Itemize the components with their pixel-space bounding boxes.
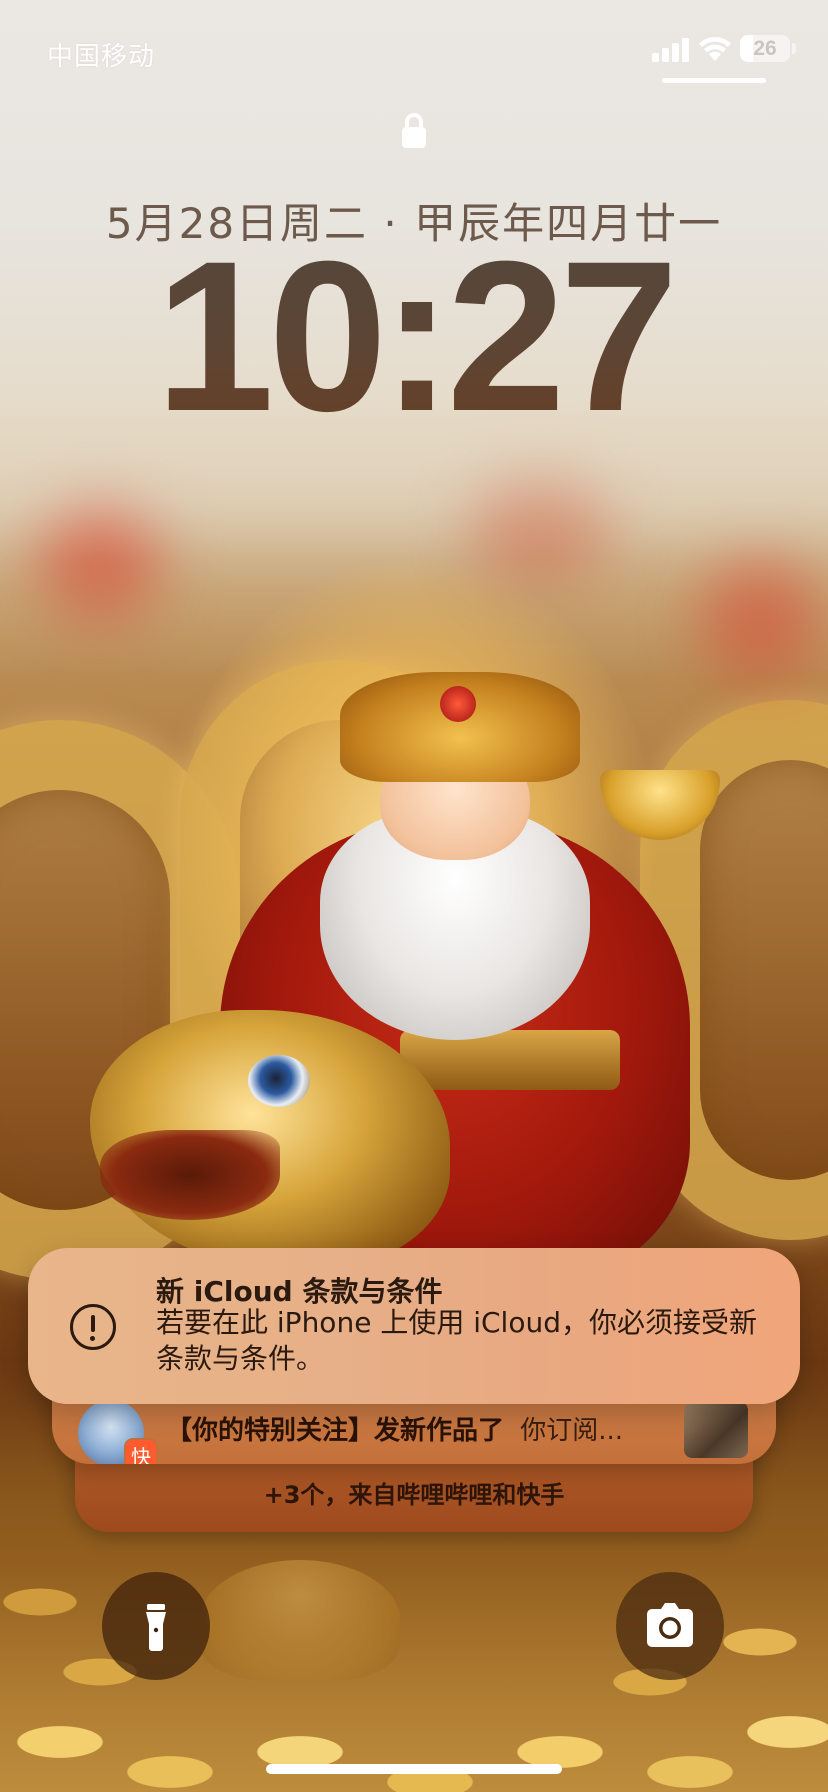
camera-icon xyxy=(647,1603,693,1647)
home-indicator[interactable] xyxy=(266,1764,562,1774)
notification-body: 若要在此 iPhone 上使用 iCloud，你必须接受新条款与条件。 xyxy=(156,1306,757,1375)
status-bar: 中国移动 26 xyxy=(0,0,828,100)
lock-screen-time: 10:27 xyxy=(0,222,828,452)
camera-button[interactable] xyxy=(616,1572,724,1680)
notification-title: 新 iCloud 条款与条件 xyxy=(156,1275,443,1308)
battery-tip xyxy=(792,43,796,54)
notification-title: 【你的特别关注】发新作品了 xyxy=(166,1416,505,1446)
exclamation-circle-icon xyxy=(70,1304,116,1350)
notification-thumbnail xyxy=(684,1402,748,1458)
battery-level-fill xyxy=(740,35,753,62)
flashlight-icon xyxy=(146,1604,166,1651)
wallpaper-decor xyxy=(700,560,820,680)
notification-stack-summary[interactable]: +3个，来自哔哩哔哩和快手 xyxy=(75,1475,753,1510)
battery-percent: 26 xyxy=(753,37,777,60)
wallpaper-dragon-eye xyxy=(248,1055,310,1107)
cellular-signal-icon xyxy=(652,38,690,62)
lock-icon xyxy=(402,113,426,148)
wallpaper-decor xyxy=(400,1030,620,1090)
wallpaper-decor xyxy=(440,686,476,722)
notification-text: 【你的特别关注】发新作品了 你订阅... xyxy=(166,1410,623,1447)
wifi-icon xyxy=(699,37,731,61)
battery-icon: 26 xyxy=(740,35,790,62)
wallpaper-decor xyxy=(100,1130,280,1220)
carrier-name: 中国移动 xyxy=(47,42,156,72)
kuaishou-app-icon: 快 xyxy=(124,1438,158,1464)
status-bar-indicator xyxy=(662,78,766,83)
flashlight-button[interactable] xyxy=(102,1572,210,1680)
notification-card-icloud[interactable]: 新 iCloud 条款与条件 若要在此 iPhone 上使用 iCloud，你必… xyxy=(28,1248,800,1404)
notification-body: 你订阅... xyxy=(520,1416,624,1446)
